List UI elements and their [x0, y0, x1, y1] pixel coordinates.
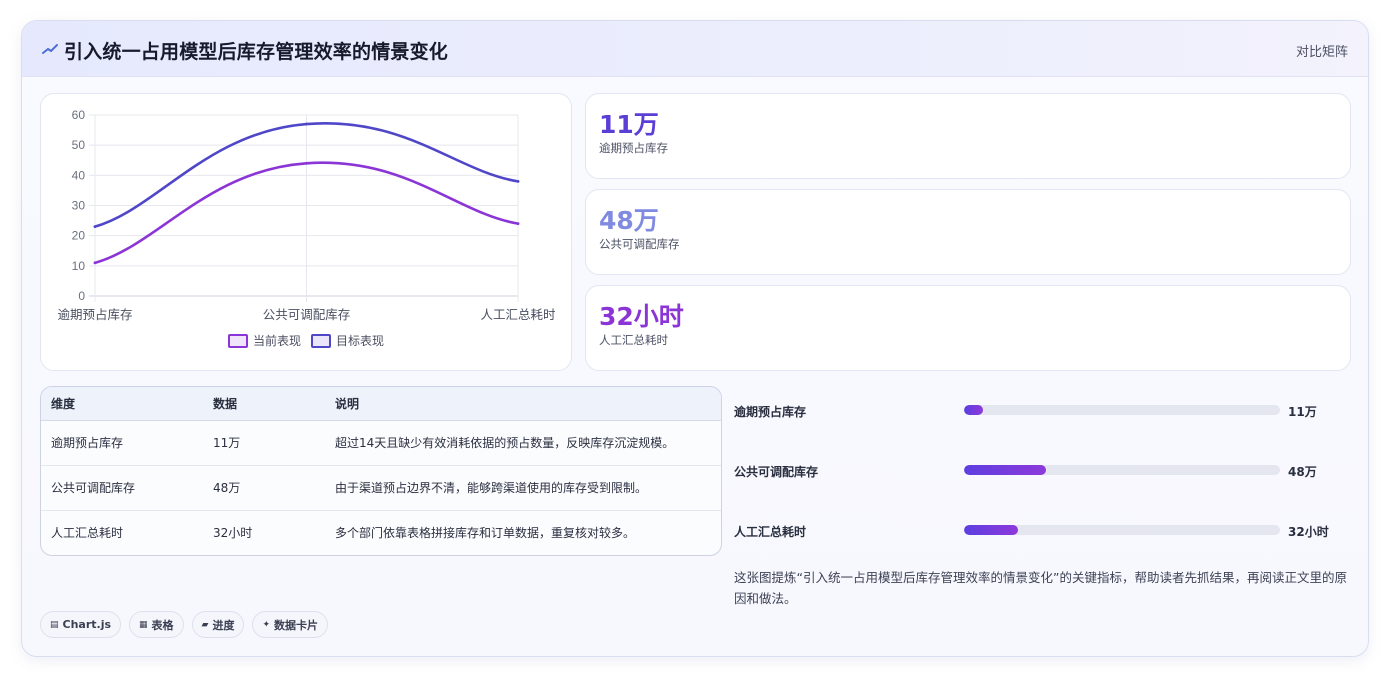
x-tick-label: 公共可调配库存: [263, 307, 351, 322]
table-header-row: 维度 数据 说明: [41, 387, 721, 421]
legend-item[interactable]: 当前表现: [227, 332, 301, 349]
legend-swatch: [311, 333, 331, 348]
tag-list: ▤ Chart.js ▦ 表格 ▰ 进度 ✦ 数据卡片: [40, 611, 329, 638]
progress-fill: [964, 405, 983, 415]
progress-value: 48万: [1288, 465, 1317, 479]
column-header-data: 数据: [213, 387, 335, 421]
summary-note: 这张图提炼“引入统一占用模型后库存管理效率的情景变化”的关键指标，帮助读者先抓结…: [734, 570, 1347, 606]
cell-data: 48万: [213, 465, 335, 511]
progress-value: 32小时: [1288, 525, 1329, 539]
table-row: 公共可调配库存 48万 由于渠道预占边界不清，能够跨渠道使用的库存受到限制。: [41, 465, 721, 511]
legend-label: 目标表现: [336, 334, 385, 348]
line-chart-panel: 0 10 20 30 40 50 60 逾期预占库存 公共可调配库存 人工汇总耗时 当前表现 目标表…: [40, 93, 572, 371]
column-header-dimension: 维度: [41, 387, 213, 421]
line-chart: 0 10 20 30 40 50 60 逾期预占库存 公共可调配库存 人工汇总耗时: [57, 108, 556, 322]
table-row: 逾期预占库存 11万 超过14天且缺少有效消耗依据的预占数量，反映库存沉淀规模。: [41, 420, 721, 466]
column-header-description: 说明: [335, 387, 721, 421]
y-tick-label: 30: [72, 199, 86, 213]
data-point[interactable]: [305, 161, 308, 165]
progress-row: 逾期预占库存 11万: [734, 399, 1350, 421]
x-tick-label: 逾期预占库存: [57, 307, 132, 322]
tag-label: 进度: [212, 618, 235, 632]
cell-description: 超过14天且缺少有效消耗依据的预占数量，反映库存沉淀规模。: [335, 420, 721, 466]
stat-card-overdue-reserved: 11万 逾期预占库存: [585, 93, 1351, 179]
tag-progress[interactable]: ▰ 进度: [191, 611, 245, 638]
cell-data: 11万: [213, 420, 335, 466]
cell-description: 多个部门依靠表格拼接库存和订单数据，重复核对较多。: [335, 526, 636, 541]
progress-row: 公共可调配库存 48万: [734, 459, 1350, 481]
cell-dimension: 逾期预占库存: [41, 420, 213, 466]
sparkle-icon: ✦: [262, 619, 271, 630]
data-point[interactable]: [93, 225, 97, 229]
compare-matrix-link[interactable]: 对比矩阵: [1296, 41, 1348, 60]
stat-label: 公共可调配库存: [599, 237, 680, 251]
tag-label: 表格: [151, 618, 174, 632]
legend-item[interactable]: 目标表现: [311, 332, 384, 349]
y-tick-label: 0: [78, 289, 85, 303]
stat-label: 人工汇总耗时: [599, 333, 668, 347]
y-tick-label: 60: [72, 108, 86, 122]
stat-card-public-allocatable: 48万 公共可调配库存: [585, 189, 1351, 275]
y-tick-label: 20: [72, 229, 86, 243]
stat-card-manual-hours: 32小时 人工汇总耗时: [585, 285, 1351, 371]
tag-label: 数据卡片: [274, 618, 319, 632]
data-point[interactable]: [516, 222, 520, 226]
legend-label: 当前表现: [252, 334, 301, 348]
data-point[interactable]: [516, 179, 520, 183]
chart-legend: 当前表现 目标表现: [41, 332, 571, 349]
data-point[interactable]: [305, 122, 308, 126]
x-tick-label: 人工汇总耗时: [480, 307, 556, 322]
y-tick-label: 10: [72, 259, 86, 273]
y-tick-label: 50: [72, 138, 86, 152]
card-header: 引入统一占用模型后库存管理效率的情景变化 对比矩阵: [22, 21, 1368, 77]
stat-value: 32小时: [599, 302, 684, 331]
dashboard-card: 引入统一占用模型后库存管理效率的情景变化 对比矩阵 0 10 20 30 40 50 60 逾…: [21, 20, 1369, 657]
legend-swatch: [227, 333, 248, 348]
cell-description: 由于渠道预占边界不清，能够跨渠道使用的库存受到限制。: [335, 465, 721, 511]
cell-data: 32小时: [213, 526, 253, 541]
progress-track: [964, 525, 1280, 535]
progress-fill: [964, 525, 1018, 535]
progress-track: [964, 465, 1280, 475]
chart-icon: ▤: [50, 619, 59, 630]
tag-data-card[interactable]: ✦ 数据卡片: [252, 611, 329, 638]
data-table: 维度 数据 说明 逾期预占库存 11万 超过14天且缺少有效消耗依据的预占数量，…: [40, 386, 722, 556]
progress-label: 人工汇总耗时: [734, 525, 807, 539]
table-row: 人工汇总耗时 32小时 多个部门依靠表格拼接库存和订单数据，重复核对较多。: [41, 510, 721, 555]
progress-track: [964, 405, 1280, 415]
data-point[interactable]: [93, 261, 97, 265]
progress-label: 公共可调配库存: [734, 465, 819, 479]
progress-fill: [964, 465, 1047, 475]
progress-label: 逾期预占库存: [734, 405, 807, 419]
stat-label: 逾期预占库存: [599, 141, 668, 155]
progress-icon: ▰: [201, 619, 209, 630]
tag-table[interactable]: ▦ 表格: [129, 611, 184, 638]
cell-dimension: 人工汇总耗时: [51, 526, 124, 541]
tag-chartjs[interactable]: ▤ Chart.js: [40, 611, 122, 638]
tag-label: Chart.js: [62, 618, 112, 631]
progress-value: 11万: [1288, 405, 1317, 419]
trend-line-icon: [42, 44, 58, 54]
stat-value: 11万: [599, 110, 659, 139]
cell-dimension: 公共可调配库存: [41, 465, 213, 511]
table-icon: ▦: [139, 619, 148, 630]
page-title: 引入统一占用模型后库存管理效率的情景变化: [64, 41, 449, 63]
progress-row: 人工汇总耗时 32小时: [734, 519, 1350, 541]
y-tick-label: 40: [72, 168, 86, 182]
stat-value: 48万: [599, 206, 659, 235]
